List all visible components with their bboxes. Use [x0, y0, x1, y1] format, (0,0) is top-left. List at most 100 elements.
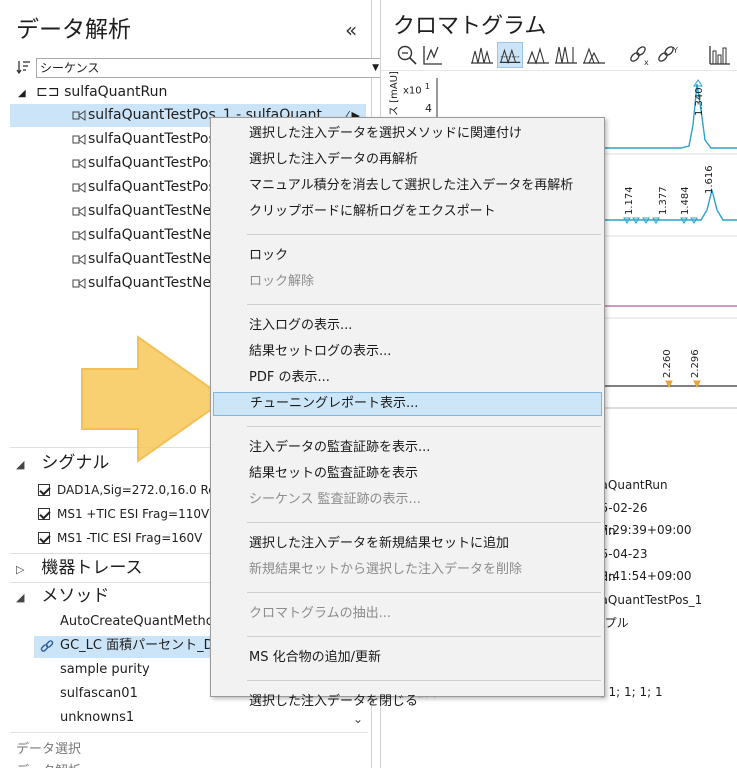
context-menu-item: ロック解除	[249, 274, 315, 289]
injection-label: sulfaQuantTestPos	[88, 131, 216, 147]
menu-separator	[247, 522, 601, 523]
injection-icon	[72, 182, 86, 193]
context-menu-item[interactable]: 選択した注入データを新規結果セットに追加	[213, 532, 602, 556]
sort-icon[interactable]	[16, 59, 32, 75]
context-menu: 選択した注入データを選択メソッドに関連付け 選択した注入データの再解析 マニュアル積…	[210, 117, 605, 709]
peak-view-1-icon[interactable]	[469, 42, 495, 68]
signal-checkbox[interactable]	[38, 532, 50, 544]
context-menu-item[interactable]: クリップボードに解析ログをエクスポート	[213, 200, 602, 224]
context-menu-item[interactable]: 注入データの監査証跡を表示...	[213, 436, 602, 460]
context-menu-item: シーケンス 監査証跡の表示...	[249, 492, 421, 507]
context-menu-item[interactable]: マニュアル積分を消去して選択した注入データを再解析	[213, 174, 602, 198]
collapse-panel-icon[interactable]: «	[345, 18, 357, 42]
context-menu-item[interactable]: 選択した注入データを閉じる	[213, 690, 602, 714]
context-menu-item[interactable]: チューニングレポート表示...	[213, 392, 602, 416]
injection-icon	[72, 206, 86, 217]
zoom-icon[interactable]	[395, 42, 419, 68]
injection-label: sulfaQuantTestNe	[88, 251, 212, 267]
context-menu-item[interactable]: 結果セットの監査証跡を表示	[213, 462, 602, 486]
context-menu-item[interactable]: 結果セットログの表示...	[213, 340, 602, 364]
peak-label: 1.377	[658, 186, 669, 215]
peak-label: 1.340	[694, 87, 705, 116]
svg-text:x: x	[644, 58, 649, 67]
sequence-dropdown[interactable]: シーケンス ▼	[36, 58, 384, 78]
tree-root-sequence[interactable]: ◢ ⊏⊐ sulfaQuantRun	[18, 82, 358, 102]
method-item[interactable]: unknowns1	[60, 707, 134, 729]
method-section-label: メソッド	[41, 586, 110, 606]
y-axis-label: ス [mAU]	[389, 71, 400, 116]
context-menu-item[interactable]: 選択した注入データを選択メソッドに関連付け	[213, 122, 602, 146]
overlay-icon[interactable]	[581, 42, 607, 68]
menu-separator	[247, 234, 601, 235]
link-y-icon[interactable]: Y	[655, 42, 681, 68]
expand-triangle-icon[interactable]: ◢	[18, 88, 26, 99]
collapsed-triangle-icon[interactable]: ▷	[16, 559, 36, 581]
link-x-icon[interactable]: x	[627, 42, 653, 68]
instrument-trace-section-label: 機器トレース	[41, 558, 143, 578]
y-exponent: x10 1	[403, 82, 430, 96]
svg-text:Y: Y	[672, 46, 678, 55]
menu-separator	[247, 636, 601, 637]
y-exponent-power: 1	[424, 82, 430, 91]
injection-icon	[72, 110, 86, 121]
injection-icon	[72, 254, 86, 265]
injection-label: sulfaQuantTestNe	[88, 227, 212, 243]
chromatogram-title: クロマトグラム	[393, 14, 547, 39]
context-menu-item: 新規結果セットから選択した注入データを削除	[249, 562, 523, 577]
y-exponent-base: x10	[403, 85, 422, 97]
scroll-down-icon[interactable]: ⌄	[353, 712, 363, 726]
context-menu-item: クロマトグラムの抽出...	[249, 606, 392, 621]
peak-label: 1.174	[624, 186, 635, 215]
signal-item[interactable]: DAD1A,Sig=272.0,16.0 Re	[38, 480, 216, 500]
context-menu-item[interactable]: MS 化合物の追加/更新	[213, 646, 602, 670]
menu-separator	[247, 680, 601, 681]
data-analysis-tab[interactable]: データ解析	[16, 760, 81, 768]
bar-chart-icon[interactable]	[707, 42, 733, 68]
panel-title: データ解析	[16, 17, 131, 43]
peak-label: 1.616	[704, 165, 715, 194]
sequence-icon: ⊏⊐	[36, 84, 60, 100]
dropdown-arrow-icon: ▼	[372, 63, 379, 73]
signal-label: MS1 +TIC ESI Frag=110V	[57, 507, 210, 521]
menu-separator	[247, 304, 601, 305]
peak-label: 1.484	[680, 186, 691, 215]
context-menu-item[interactable]: 注入ログの表示...	[213, 314, 602, 338]
y-tick-label: 4	[425, 102, 432, 115]
signal-checkbox[interactable]	[38, 484, 50, 496]
injection-icon	[72, 278, 86, 289]
peak-view-3-icon[interactable]	[525, 42, 551, 68]
injection-label: sulfaQuantTestPos	[88, 179, 216, 195]
injection-label: sulfaQuantTestNe	[88, 203, 212, 219]
highlight-arrow	[81, 335, 228, 463]
peak-view-4-icon[interactable]	[553, 42, 579, 68]
expand-triangle-icon[interactable]: ◢	[16, 454, 36, 476]
peak-view-2-icon[interactable]	[497, 42, 523, 68]
tree-root-label: sulfaQuantRun	[64, 84, 168, 100]
menu-separator	[247, 426, 601, 427]
sequence-selector-row: シーケンス ▼	[16, 58, 384, 78]
signal-checkbox[interactable]	[38, 508, 50, 520]
signal-item[interactable]: MS1 +TIC ESI Frag=110V	[38, 504, 209, 524]
sequence-dropdown-value: シーケンス	[40, 61, 100, 75]
peak-marker	[693, 79, 703, 87]
method-item[interactable]: sulfascan01	[60, 683, 138, 705]
context-menu-item[interactable]: PDF の表示...	[213, 366, 602, 390]
menu-separator	[247, 592, 601, 593]
injection-icon	[72, 158, 86, 169]
context-menu-item[interactable]: ロック	[213, 244, 602, 268]
injection-icon	[72, 134, 86, 145]
info-value: lfaQuantTestPos_1	[593, 593, 703, 607]
signal-item[interactable]: MS1 -TIC ESI Frag=160V	[38, 528, 202, 548]
data-selection-tab[interactable]: データ選択	[16, 738, 81, 757]
method-item[interactable]: sample purity	[60, 659, 150, 681]
context-menu-item[interactable]: 選択した注入データの再解析	[213, 148, 602, 172]
method-item[interactable]: GC_LC 面積パーセント_Defa	[60, 635, 234, 657]
divider	[10, 732, 368, 733]
peak-label: 2.296	[690, 349, 701, 378]
signal-label: MS1 -TIC ESI Frag=160V	[57, 531, 203, 545]
signal-label: DAD1A,Sig=272.0,16.0 Re	[57, 483, 216, 497]
link-icon	[40, 640, 54, 652]
autoscale-icon[interactable]	[421, 42, 445, 68]
method-item[interactable]: AutoCreateQuantMethod	[60, 611, 222, 633]
expand-triangle-icon[interactable]: ◢	[16, 587, 36, 609]
